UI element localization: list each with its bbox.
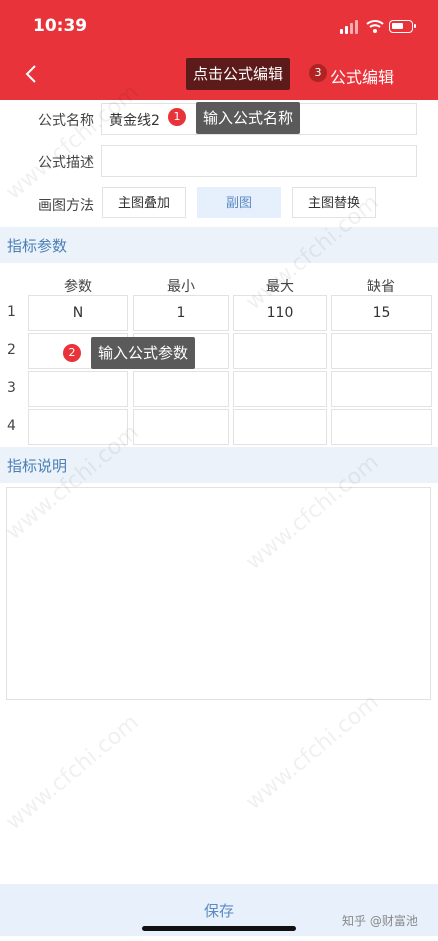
watermark-text: www.cfchi.com — [1, 709, 144, 836]
params-section-title: 指标参数 — [7, 237, 68, 255]
draw-option-sub-chart[interactable]: 副图 — [197, 187, 281, 218]
callout-badge-3: 3 — [309, 64, 327, 82]
callout-badge-1: 1 — [168, 108, 186, 126]
home-indicator — [142, 926, 296, 931]
param-default-cell[interactable] — [331, 333, 432, 369]
param-default-cell[interactable]: 15 — [331, 295, 432, 331]
source-credit: 知乎 @财富池 — [342, 914, 418, 928]
back-arrow-icon[interactable] — [24, 64, 38, 84]
desc-section-title: 指标说明 — [7, 457, 68, 475]
param-max-cell[interactable] — [233, 371, 327, 407]
col-header-default: 缺省 — [367, 279, 395, 295]
signal-icon — [340, 20, 360, 34]
wifi-icon — [366, 20, 384, 33]
callout-enter-name: 输入公式名称 — [196, 102, 301, 134]
col-header-min: 最小 — [167, 279, 195, 295]
callout-enter-params: 输入公式参数 — [91, 337, 196, 369]
callout-badge-2: 2 — [63, 344, 81, 362]
draw-method-label: 画图方法 — [38, 198, 94, 214]
param-min-cell[interactable] — [133, 371, 229, 407]
row-number: 4 — [7, 418, 16, 434]
row-number: 3 — [7, 380, 16, 396]
param-max-cell[interactable] — [233, 409, 327, 445]
param-default-cell[interactable] — [331, 409, 432, 445]
col-header-param: 参数 — [64, 279, 92, 295]
param-default-cell[interactable] — [331, 371, 432, 407]
status-time: 10:39 — [33, 16, 88, 36]
param-name-cell[interactable] — [28, 371, 128, 407]
battery-icon — [389, 20, 416, 33]
indicator-description-textarea[interactable] — [6, 487, 431, 700]
callout-click-edit: 点击公式编辑 — [186, 58, 291, 90]
formula-desc-input[interactable] — [101, 145, 417, 177]
param-min-cell[interactable]: 1 — [133, 295, 229, 331]
params-section-header: 指标参数 — [0, 227, 438, 263]
draw-option-main-overlay[interactable]: 主图叠加 — [102, 187, 186, 218]
row-number: 1 — [7, 304, 16, 320]
param-max-cell[interactable] — [233, 333, 327, 369]
watermark-text: www.cfchi.com — [241, 689, 384, 816]
param-name-cell[interactable]: N — [28, 295, 128, 331]
row-number: 2 — [7, 342, 16, 358]
param-min-cell[interactable] — [133, 409, 229, 445]
formula-edit-button[interactable]: 公式编辑 — [330, 64, 394, 88]
